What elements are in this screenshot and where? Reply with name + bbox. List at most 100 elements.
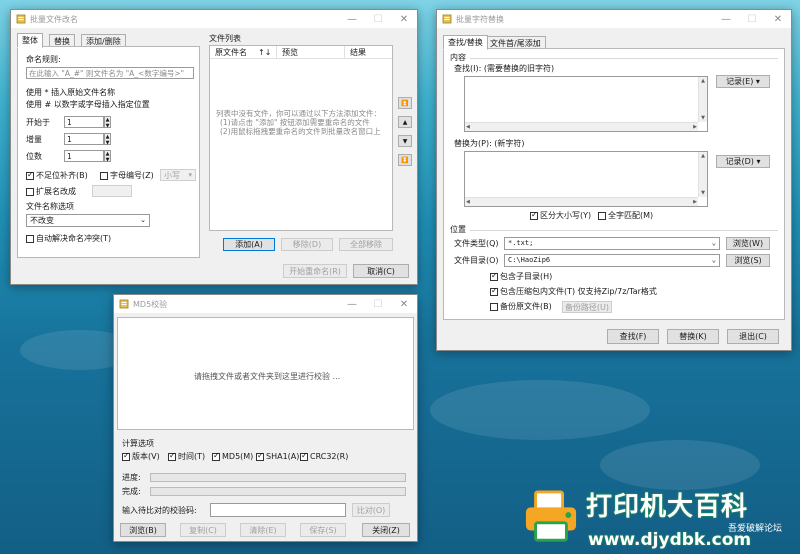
- spin-down-icon[interactable]: ▼: [106, 123, 110, 129]
- scroll-left-icon[interactable]: ◀: [466, 199, 470, 205]
- time-checkbox[interactable]: 时间(T): [168, 451, 205, 462]
- sort-arrows-icon[interactable]: ↑↓: [258, 48, 271, 58]
- compare-button[interactable]: 比对(O): [352, 503, 390, 517]
- increment-spinner[interactable]: ▲ ▼: [104, 133, 111, 146]
- find-textarea[interactable]: ▲ ▼ ◀ ▶: [464, 76, 708, 132]
- browse-dir-button[interactable]: 浏览(S): [726, 254, 770, 267]
- ext-input[interactable]: [92, 185, 132, 197]
- checkbox-box[interactable]: [26, 188, 34, 196]
- file-type-select[interactable]: *.txt; ⌄: [504, 237, 720, 250]
- start-spinner[interactable]: ▲ ▼: [104, 116, 111, 129]
- find-hscroll[interactable]: ◀ ▶: [465, 122, 698, 131]
- rename-titlebar[interactable]: 批量文件改名 — ☐ ✕: [11, 10, 417, 28]
- save-button[interactable]: 保存(S): [300, 523, 346, 537]
- md5-checkbox[interactable]: MD5(M): [212, 451, 253, 462]
- backup-path-button[interactable]: 备份路径(U): [562, 301, 612, 313]
- name-option-select[interactable]: 不改变 ⌄: [26, 214, 150, 227]
- cancel-button[interactable]: 取消(C): [353, 264, 409, 278]
- replace-titlebar[interactable]: 批量字符替换 — ☐ ✕: [437, 10, 791, 28]
- move-bottom-button[interactable]: ⏬: [398, 154, 412, 166]
- scroll-right-icon[interactable]: ▶: [693, 124, 697, 130]
- scroll-right-icon[interactable]: ▶: [693, 199, 697, 205]
- exit-button[interactable]: 退出(C): [727, 329, 779, 344]
- spin-down-icon[interactable]: ▼: [106, 157, 110, 163]
- column-preview[interactable]: 预览: [282, 48, 298, 58]
- scroll-down-icon[interactable]: ▼: [699, 190, 707, 196]
- remove-button[interactable]: 移除(D): [281, 238, 333, 251]
- version-checkbox[interactable]: 版本(V): [122, 451, 160, 462]
- pad-checkbox[interactable]: 不足位补齐(B): [26, 170, 88, 181]
- add-button[interactable]: 添加(A): [223, 238, 275, 251]
- checkbox-box[interactable]: [122, 451, 130, 461]
- checkbox-box[interactable]: [212, 451, 220, 461]
- find-button[interactable]: 查找(F): [607, 329, 659, 344]
- auto-resolve-checkbox[interactable]: 自动解决命名冲突(T): [26, 234, 111, 244]
- increment-input[interactable]: 1: [64, 133, 104, 145]
- browse-file-type-button[interactable]: 浏览(W): [726, 237, 770, 250]
- crc32-checkbox[interactable]: CRC32(R): [300, 451, 348, 462]
- tab-find-replace[interactable]: 查找/替换: [443, 35, 488, 50]
- drop-area[interactable]: 请拖拽文件或者文件夹到这里进行校验 ...: [117, 317, 414, 430]
- spin-down-icon[interactable]: ▼: [106, 140, 110, 146]
- start-input[interactable]: 1: [64, 116, 104, 128]
- scroll-down-icon[interactable]: ▼: [699, 115, 707, 121]
- start-rename-button[interactable]: 开始重命名(R): [283, 264, 347, 278]
- archive-checkbox[interactable]: 包含压缩包内文件(T) 仅支持Zip/7z/Tar格式: [490, 286, 657, 297]
- replace-textarea[interactable]: ▲ ▼ ◀ ▶: [464, 151, 708, 207]
- letter-checkbox[interactable]: 字母编号(Z): [100, 171, 154, 181]
- scroll-up-icon[interactable]: ▲: [699, 153, 707, 159]
- checkbox-box[interactable]: [256, 451, 264, 461]
- minimize-icon[interactable]: —: [339, 295, 365, 313]
- record-replace-button[interactable]: 记录(D) ▾: [716, 155, 770, 168]
- column-result[interactable]: 结果: [350, 48, 366, 58]
- ext-checkbox[interactable]: 扩展名改成: [26, 187, 76, 197]
- whole-word-checkbox[interactable]: 全字匹配(M): [598, 211, 653, 221]
- minimize-icon[interactable]: —: [339, 10, 365, 28]
- dir-select[interactable]: C:\HaoZip6 ⌄: [504, 254, 720, 267]
- remove-all-button[interactable]: 全部移除: [339, 238, 393, 251]
- record-find-button[interactable]: 记录(E) ▾: [716, 75, 770, 88]
- replace-hscroll[interactable]: ◀ ▶: [465, 197, 698, 206]
- checkbox-box[interactable]: [490, 271, 498, 281]
- maximize-icon[interactable]: ☐: [365, 295, 391, 313]
- tab-overall[interactable]: 整体: [17, 33, 43, 48]
- checkbox-box[interactable]: [100, 172, 108, 180]
- move-up-button[interactable]: ▲: [398, 116, 412, 128]
- minimize-icon[interactable]: —: [713, 10, 739, 28]
- replace-button[interactable]: 替换(K): [667, 329, 719, 344]
- checkbox-box[interactable]: [598, 212, 606, 220]
- checkbox-box[interactable]: [168, 451, 176, 461]
- digits-input[interactable]: 1: [64, 150, 104, 162]
- digits-spinner[interactable]: ▲ ▼: [104, 150, 111, 163]
- column-original-name[interactable]: 原文件名: [215, 48, 247, 58]
- maximize-icon[interactable]: ☐: [365, 10, 391, 28]
- maximize-icon[interactable]: ☐: [739, 10, 765, 28]
- md5-titlebar[interactable]: MD5校验 — ☐ ✕: [114, 295, 417, 313]
- copy-button[interactable]: 复制(C): [180, 523, 226, 537]
- move-top-button[interactable]: ⏫: [398, 97, 412, 109]
- scroll-left-icon[interactable]: ◀: [466, 124, 470, 130]
- move-down-button[interactable]: ▼: [398, 135, 412, 147]
- file-list[interactable]: 原文件名 ↑↓ 预览 结果 列表中没有文件，你可以通过以下方法添加文件： (1)…: [209, 45, 393, 231]
- naming-rule-input[interactable]: 在此输入 "A_#" 则文件名为 "A_<数字编号>": [26, 67, 194, 79]
- checkbox-box[interactable]: [26, 235, 34, 243]
- case-sensitive-checkbox[interactable]: 区分大小写(Y): [530, 210, 591, 221]
- backup-checkbox[interactable]: 备份原文件(B): [490, 302, 552, 312]
- subdir-checkbox[interactable]: 包含子目录(H): [490, 271, 552, 282]
- checksum-input[interactable]: [210, 503, 346, 517]
- browse-button[interactable]: 浏览(B): [120, 523, 166, 537]
- checkbox-box[interactable]: [490, 286, 498, 296]
- replace-vscroll[interactable]: ▲ ▼: [698, 152, 707, 197]
- clear-button[interactable]: 清除(E): [240, 523, 286, 537]
- checkbox-box[interactable]: [530, 210, 538, 220]
- checkbox-box[interactable]: [26, 170, 34, 180]
- checkbox-box[interactable]: [490, 303, 498, 311]
- case-select[interactable]: 小写 ▾: [160, 169, 196, 181]
- checkbox-box[interactable]: [300, 451, 308, 461]
- close-icon[interactable]: ✕: [765, 10, 791, 28]
- sha1-checkbox[interactable]: SHA1(A): [256, 451, 299, 462]
- close-icon[interactable]: ✕: [391, 295, 417, 313]
- close-icon[interactable]: ✕: [391, 10, 417, 28]
- find-vscroll[interactable]: ▲ ▼: [698, 77, 707, 122]
- close-button[interactable]: 关闭(Z): [362, 523, 410, 537]
